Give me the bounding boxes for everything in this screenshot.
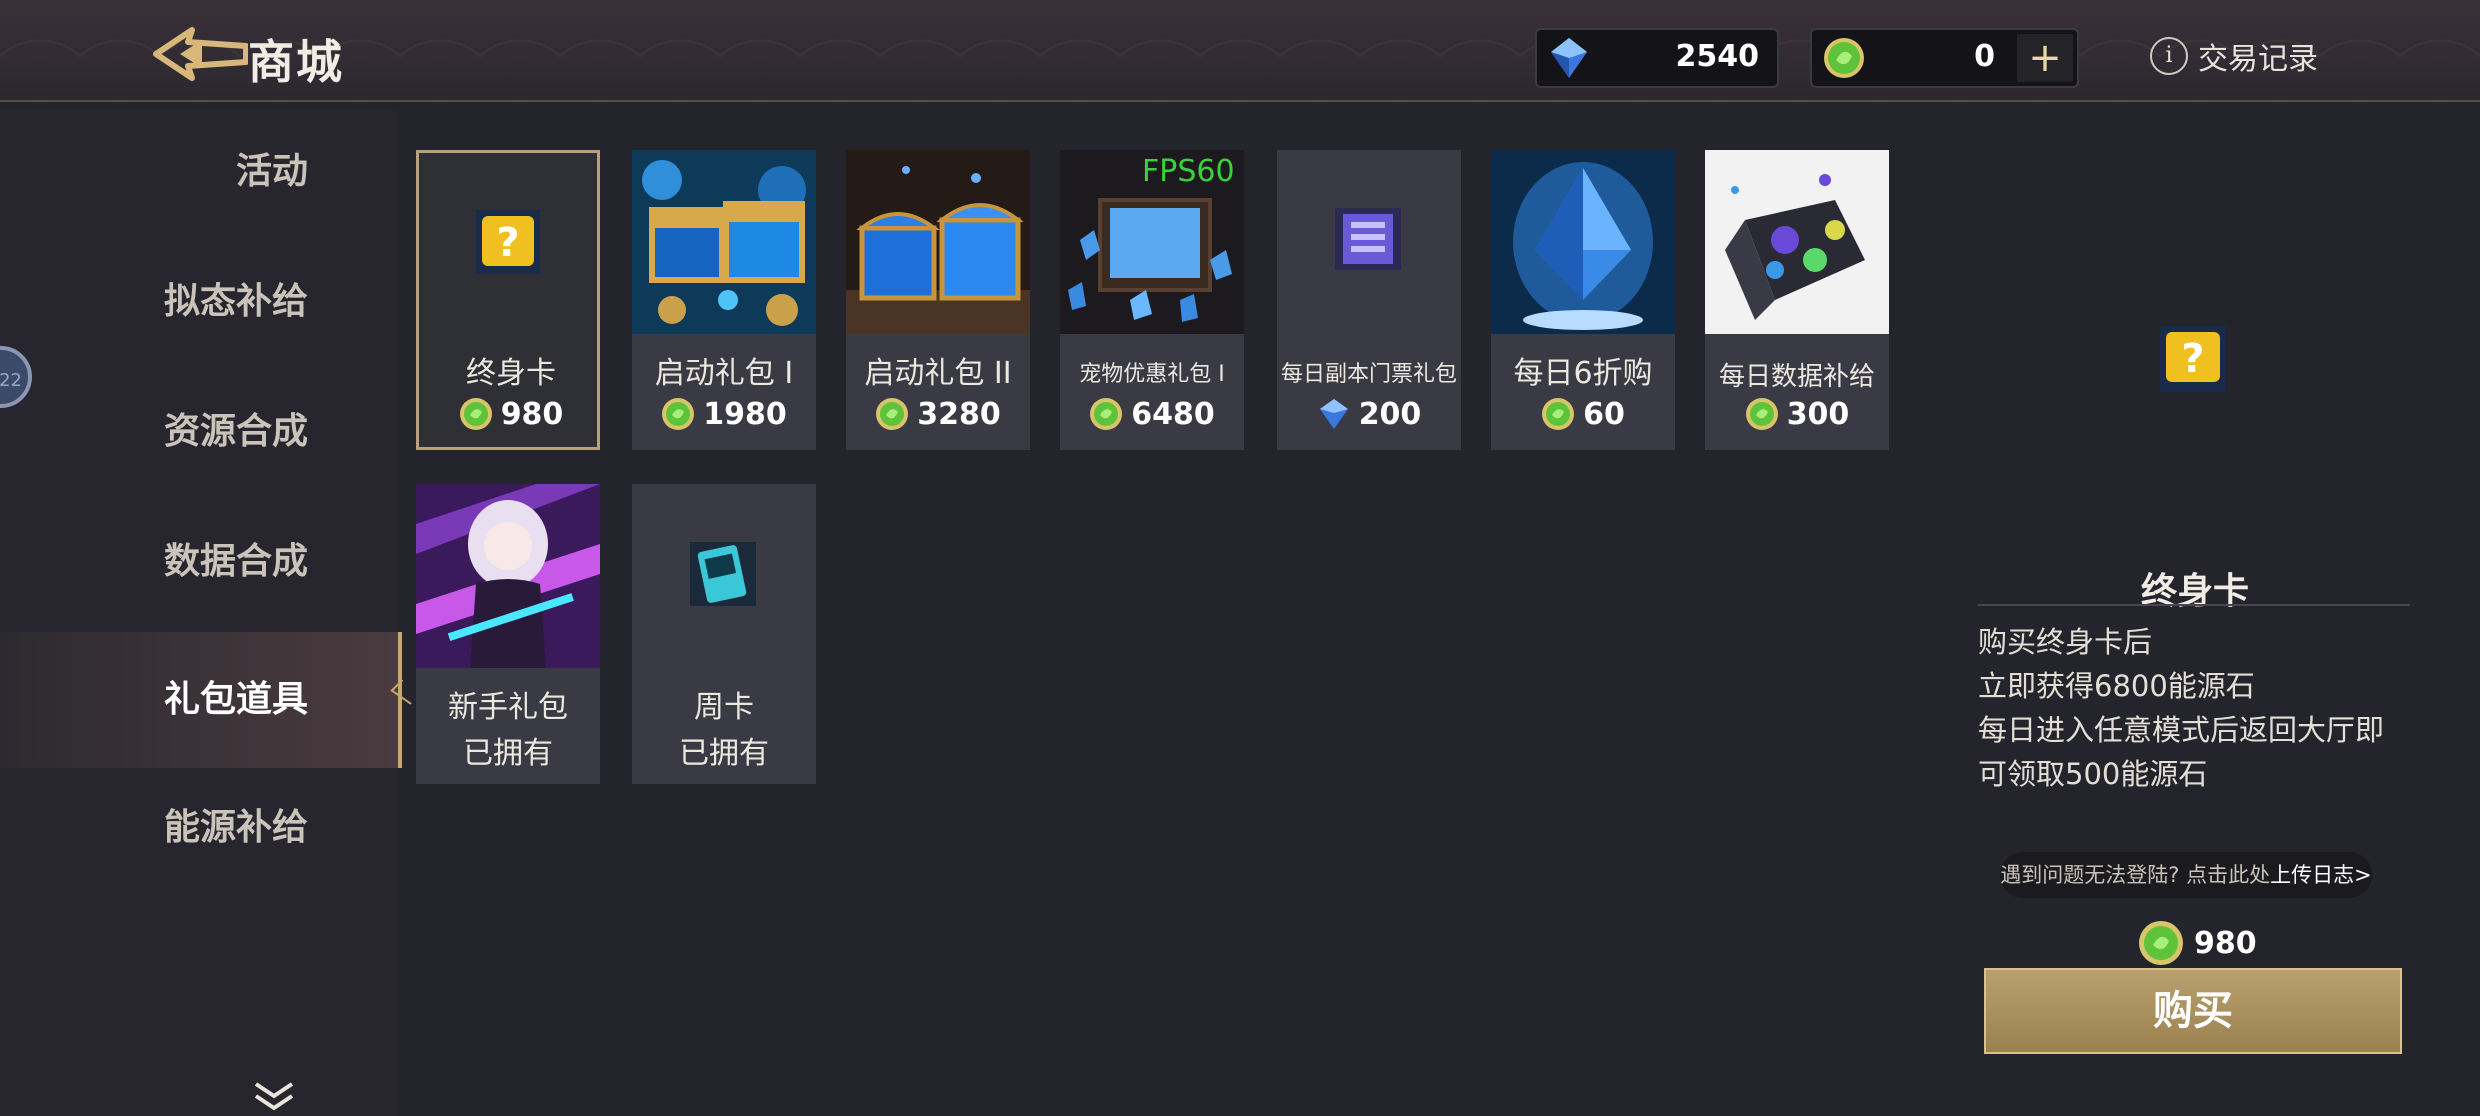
item-price: 300: [1705, 394, 1889, 434]
description-line: 每日进入任意模式后返回大厅即: [1978, 713, 2385, 747]
green-coin-icon: [1824, 38, 1864, 78]
owned-status: 已拥有: [679, 736, 769, 771]
green-coin-icon: [876, 398, 909, 430]
green-coin-icon: [459, 398, 492, 430]
upload-log-link[interactable]: 上传日志>: [2270, 863, 2372, 887]
item-price-value: 6480: [1131, 396, 1215, 432]
item-card-daily-dungeon-ticket-pack[interactable]: 每日副本门票礼包 200: [1277, 150, 1461, 450]
item-price: 60: [1491, 394, 1675, 434]
item-price-value: 3280: [917, 396, 1001, 432]
green-coin-icon: [1090, 398, 1123, 430]
sidebar-item-gift-items[interactable]: 礼包道具: [0, 632, 402, 768]
sidebar-item-mimic-supply[interactable]: 拟态补给: [0, 242, 398, 362]
item-name: 新手礼包: [448, 690, 568, 725]
item-price: 6480: [1060, 394, 1244, 434]
item-card-daily-data-supply[interactable]: 每日数据补给 300: [1705, 150, 1889, 450]
gem-balance: 2540: [1535, 28, 1779, 88]
data-crystal-image: [1705, 150, 1889, 334]
wave-pattern: [0, 0, 2480, 100]
sidebar-item-label: 拟态补给: [163, 281, 308, 322]
item-name: 周卡: [694, 690, 754, 725]
gem-count: 2540: [1675, 39, 1760, 74]
diamond-image: [1491, 150, 1675, 334]
item-card-newbie-pack[interactable]: 新手礼包 已拥有: [416, 484, 600, 784]
item-card-daily-40-off[interactable]: 每日6折购 60: [1491, 150, 1675, 450]
sidebar-item-label: 能源补给: [163, 807, 308, 848]
green-coin-icon: [1745, 398, 1778, 430]
report-text: 遇到问题无法登陆? 点击此处: [2000, 863, 2271, 887]
sidebar-item-resource-synth[interactable]: 资源合成: [0, 372, 398, 492]
fps-overlay: FPS60: [1142, 154, 1235, 189]
item-card-starter-pack-1[interactable]: 启动礼包 I 1980: [632, 150, 816, 450]
info-icon: i: [2150, 37, 2188, 75]
sidebar-item-energy-supply[interactable]: 能源补给: [0, 768, 398, 888]
item-price-value: 1980: [703, 396, 787, 432]
sidebar-item-data-synth[interactable]: 数据合成: [0, 502, 398, 622]
description-line: 购买终身卡后: [1978, 625, 2153, 659]
item-price: 200: [1277, 394, 1461, 434]
svg-text:?: ?: [496, 220, 519, 266]
description-line: 可领取500能源石: [1978, 757, 2208, 791]
back-arrow-icon[interactable]: [152, 24, 248, 84]
scroll-down-icon[interactable]: [252, 1080, 296, 1112]
item-name: 宠物优惠礼包 I: [1079, 362, 1225, 387]
page-title: 商城: [248, 35, 344, 89]
divider: [1978, 604, 2410, 606]
detail-description: 购买终身卡后 立即获得6800能源石 每日进入任意模式后返回大厅即 可领取500…: [1978, 620, 2408, 796]
trade-record-link[interactable]: i 交易记录: [2150, 34, 2318, 78]
category-sidebar: 活动 拟态补给 资源合成 数据合成 礼包道具 能源补给: [0, 110, 402, 1116]
item-price-value: 300: [1786, 396, 1850, 432]
trade-record-label: 交易记录: [2198, 42, 2318, 77]
mystery-box-icon: ?: [476, 210, 540, 274]
item-name: 启动礼包 II: [864, 356, 1012, 391]
item-price-value: 60: [1583, 396, 1625, 432]
blue-gem-icon: [1319, 399, 1348, 429]
green-coin-icon: [2139, 921, 2183, 965]
item-name: 终身卡: [466, 356, 556, 391]
sidebar-item-label: 资源合成: [163, 411, 308, 452]
item-card-starter-pack-2[interactable]: 启动礼包 II 3280: [846, 150, 1030, 450]
green-coin-icon: [1542, 398, 1575, 430]
item-name: 每日6折购: [1513, 356, 1653, 391]
sidebar-item-label: 礼包道具: [163, 679, 308, 720]
detail-title: 终身卡: [2140, 571, 2249, 612]
coin-count: 0: [1974, 39, 1995, 74]
buy-button[interactable]: 购买: [1984, 968, 2402, 1054]
weekly-card-icon: [690, 542, 756, 606]
item-price: 980: [419, 394, 603, 434]
item-card-weekly-card[interactable]: 周卡 已拥有: [632, 484, 816, 784]
item-name: 启动礼包 I: [654, 356, 794, 391]
item-card-lifetime-card[interactable]: ? 终身卡 980: [416, 150, 600, 450]
add-coins-button[interactable]: +: [2017, 34, 2073, 82]
item-card-pet-discount-pack-1[interactable]: 宠物优惠礼包 I 6480: [1060, 150, 1244, 450]
character-portrait-image: [416, 484, 600, 668]
buy-price-value: 980: [2194, 925, 2257, 961]
item-price-value: 980: [500, 396, 564, 432]
description-line: 立即获得6800能源石: [1978, 669, 2255, 703]
sidebar-item-label: 活动: [235, 151, 308, 192]
ticket-icon: [1335, 208, 1401, 270]
treasure-chest-image: [846, 150, 1030, 334]
green-coin-icon: [662, 398, 695, 430]
item-name: 每日数据补给: [1718, 362, 1875, 392]
item-name: 每日副本门票礼包: [1280, 362, 1457, 387]
mystery-box-icon: ?: [2160, 326, 2226, 392]
coin-balance: 0 +: [1810, 28, 2079, 88]
login-issue-report-link[interactable]: 遇到问题无法登陆? 点击此处上传日志>: [2000, 852, 2372, 898]
buy-price: 980: [2138, 918, 2257, 968]
blue-gem-icon: [1551, 38, 1587, 78]
sidebar-item-label: 数据合成: [163, 541, 308, 582]
item-price: 1980: [632, 394, 816, 434]
svg-text:?: ?: [2181, 336, 2204, 382]
item-price: 3280: [846, 394, 1030, 434]
item-price-value: 200: [1358, 396, 1422, 432]
sidebar-item-activity[interactable]: 活动: [0, 112, 398, 232]
owned-status: 已拥有: [463, 736, 553, 771]
top-bar: [0, 0, 2480, 102]
treasure-chest-image: [632, 150, 816, 334]
